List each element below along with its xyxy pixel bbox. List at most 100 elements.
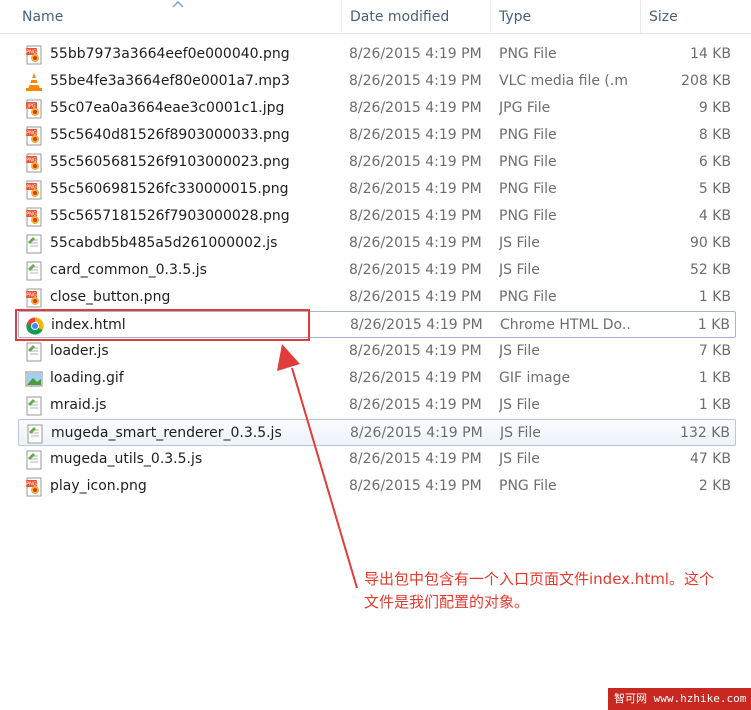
file-type: VLC media file (.m... — [499, 73, 629, 89]
png-file-icon: PNG — [24, 180, 44, 200]
file-size: 4 KB — [698, 208, 731, 224]
js-file-icon — [24, 261, 44, 281]
file-type: PNG File — [499, 181, 557, 197]
file-name: 55bb7973a3664eef0e000040.png — [50, 46, 290, 62]
file-size: 8 KB — [698, 127, 731, 143]
js-file-icon — [24, 396, 44, 416]
annotation-line-2: 文件是我们配置的对象。 — [364, 593, 530, 611]
file-size: 7 KB — [698, 343, 731, 359]
file-name: mraid.js — [50, 397, 107, 413]
file-type: PNG File — [499, 127, 557, 143]
file-row[interactable]: PNG close_button.png 8/26/2015 4:19 PM PNG … — [18, 284, 736, 311]
js-file-icon — [25, 424, 45, 444]
file-type: JS File — [499, 235, 540, 251]
file-date-modified: 8/26/2015 4:19 PM — [349, 289, 482, 305]
file-size: 52 KB — [689, 262, 731, 278]
file-type: PNG File — [499, 46, 557, 62]
file-size: 14 KB — [689, 46, 731, 62]
file-row[interactable]: PNG 55c5606981526fc330000015.png 8/26/2015… — [18, 176, 736, 203]
file-name: close_button.png — [50, 289, 171, 305]
file-type: PNG File — [499, 154, 557, 170]
file-name: mugeda_smart_renderer_0.3.5.js — [51, 425, 282, 441]
site-watermark: 智可网 www.hzhike.com — [608, 688, 751, 710]
file-date-modified: 8/26/2015 4:19 PM — [349, 397, 482, 413]
column-header-size[interactable]: Size — [641, 0, 751, 34]
column-header-name[interactable]: Name — [14, 0, 342, 34]
file-type: PNG File — [499, 289, 557, 305]
file-name: 55c5605681526f9103000023.png — [50, 154, 290, 170]
file-size: 1 KB — [697, 317, 730, 333]
file-row[interactable]: JPG 55c07ea0a3664eae3c0001c1.jpg 8/26/2015… — [18, 95, 736, 122]
file-date-modified: 8/26/2015 4:19 PM — [349, 154, 482, 170]
file-name: 55c5640d81526f8903000033.png — [50, 127, 290, 143]
file-type: PNG File — [499, 208, 557, 224]
file-size: 2 KB — [698, 478, 731, 494]
png-file-icon: PNG — [24, 126, 44, 146]
file-date-modified: 8/26/2015 4:19 PM — [349, 208, 482, 224]
file-explorer-window: Name Date modified Type Size PNG 55bb7973… — [0, 0, 751, 710]
file-size: 1 KB — [698, 289, 731, 305]
file-row[interactable]: card_common_0.3.5.js 8/26/2015 4:19 PM JS … — [18, 257, 736, 284]
file-type: JS File — [499, 343, 540, 359]
file-size: 1 KB — [698, 370, 731, 386]
file-size: 90 KB — [689, 235, 731, 251]
file-date-modified: 8/26/2015 4:19 PM — [349, 478, 482, 494]
png-file-icon: PNG — [24, 45, 44, 65]
file-date-modified: 8/26/2015 4:19 PM — [349, 343, 482, 359]
column-header-date-modified[interactable]: Date modified — [342, 0, 491, 34]
file-type: JS File — [499, 451, 540, 467]
file-date-modified: 8/26/2015 4:19 PM — [349, 100, 482, 116]
file-name: 55c5606981526fc330000015.png — [50, 181, 289, 197]
gif-image-icon — [24, 369, 44, 389]
file-row[interactable]: mugeda_utils_0.3.5.js 8/26/2015 4:19 PM JS… — [18, 446, 736, 473]
file-row[interactable]: PNG 55c5605681526f9103000023.png 8/26/2015… — [18, 149, 736, 176]
file-type: PNG File — [499, 478, 557, 494]
js-file-icon — [24, 450, 44, 470]
file-type: GIF image — [499, 370, 571, 386]
file-type: JS File — [500, 425, 541, 441]
file-name: 55cabdb5b485a5d261000002.js — [50, 235, 278, 251]
file-row[interactable]: PNG 55c5657181526f7903000028.png 8/26/2015… — [18, 203, 736, 230]
file-date-modified: 8/26/2015 4:19 PM — [349, 181, 482, 197]
annotation-text: 导出包中包含有一个入口页面文件index.html。这个 文件是我们配置的对象。 — [364, 568, 751, 614]
file-date-modified: 8/26/2015 4:19 PM — [349, 127, 482, 143]
file-row[interactable]: 55cabdb5b485a5d261000002.js 8/26/2015 4:1… — [18, 230, 736, 257]
file-type: Chrome HTML Do... — [500, 317, 630, 333]
file-name: mugeda_utils_0.3.5.js — [50, 451, 203, 467]
file-name: card_common_0.3.5.js — [50, 262, 207, 278]
file-size: 9 KB — [698, 100, 731, 116]
file-date-modified: 8/26/2015 4:19 PM — [350, 425, 483, 441]
annotation-highlight-box — [15, 309, 310, 341]
file-type: JS File — [499, 262, 540, 278]
file-name: 55c07ea0a3664eae3c0001c1.jpg — [50, 100, 285, 116]
png-file-icon: PNG — [24, 153, 44, 173]
file-row[interactable]: 55be4fe3a3664ef80e0001a7.mp3 8/26/2015 4:… — [18, 68, 736, 95]
vlc-cone-icon — [24, 72, 44, 92]
file-date-modified: 8/26/2015 4:19 PM — [349, 451, 482, 467]
file-row[interactable]: loading.gif 8/26/2015 4:19 PM GIF image 1 K… — [18, 365, 736, 392]
file-row[interactable]: mugeda_smart_renderer_0.3.5.js 8/26/2015 … — [18, 419, 736, 446]
file-size: 5 KB — [698, 181, 731, 197]
column-header-bar: Name Date modified Type Size — [0, 0, 751, 34]
file-date-modified: 8/26/2015 4:19 PM — [349, 46, 482, 62]
file-row[interactable]: PNG 55bb7973a3664eef0e000040.png 8/26/2015… — [18, 41, 736, 68]
file-row[interactable]: mraid.js 8/26/2015 4:19 PM JS File 1 KB — [18, 392, 736, 419]
file-row[interactable]: loader.js 8/26/2015 4:19 PM JS File 7 KB — [18, 338, 736, 365]
file-row[interactable]: PNG play_icon.png 8/26/2015 4:19 PM PNG Fil… — [18, 473, 736, 500]
file-name: loader.js — [50, 343, 109, 359]
file-type: JPG File — [499, 100, 551, 116]
annotation-line-1: 导出包中包含有一个入口页面文件index.html。这个 — [364, 570, 714, 588]
file-date-modified: 8/26/2015 4:19 PM — [349, 235, 482, 251]
js-file-icon — [24, 234, 44, 254]
jpg-file-icon: JPG — [24, 99, 44, 119]
png-file-icon: PNG — [24, 477, 44, 497]
file-row[interactable]: PNG 55c5640d81526f8903000033.png 8/26/2015… — [18, 122, 736, 149]
file-date-modified: 8/26/2015 4:19 PM — [350, 317, 483, 333]
png-file-icon: PNG — [24, 207, 44, 227]
column-header-type[interactable]: Type — [491, 0, 641, 34]
file-type: JS File — [499, 397, 540, 413]
file-date-modified: 8/26/2015 4:19 PM — [349, 73, 482, 89]
file-size: 1 KB — [698, 397, 731, 413]
file-size: 208 KB — [681, 73, 731, 89]
file-size: 47 KB — [689, 451, 731, 467]
